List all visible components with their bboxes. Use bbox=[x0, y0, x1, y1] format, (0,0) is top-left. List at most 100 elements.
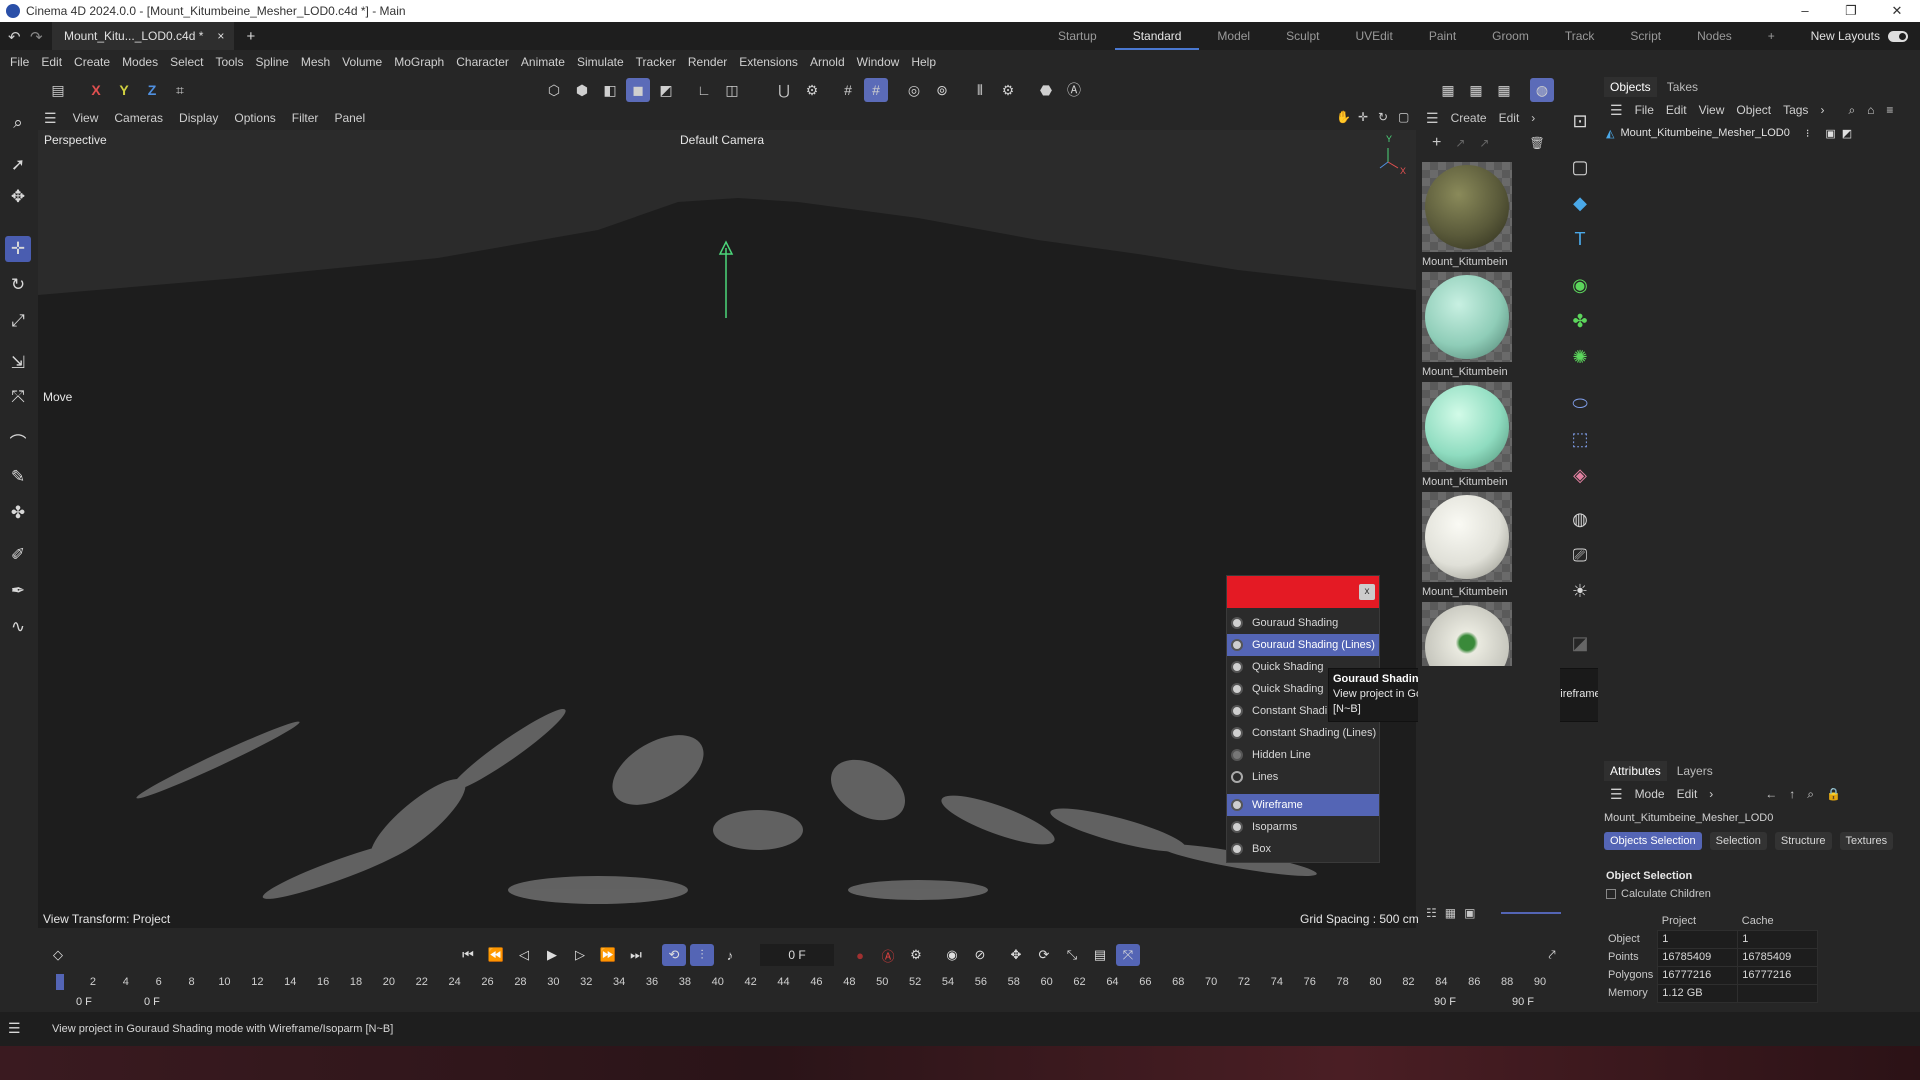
parameter-key-icon[interactable]: ▤ bbox=[1088, 944, 1112, 966]
lock-icon[interactable]: 🔒 bbox=[1820, 787, 1847, 801]
new-layouts-toggle[interactable] bbox=[1888, 30, 1908, 42]
maximize-view-icon[interactable]: ▢ bbox=[1398, 110, 1409, 124]
position-key-icon[interactable]: ✥ bbox=[1004, 944, 1028, 966]
swatch-size-slider[interactable] bbox=[1501, 912, 1562, 914]
menu-create[interactable]: Create bbox=[68, 55, 116, 69]
attributes-menu-mode[interactable]: Mode bbox=[1629, 787, 1671, 801]
chevron-right-icon[interactable]: › bbox=[1531, 111, 1535, 125]
menu-render[interactable]: Render bbox=[682, 55, 733, 69]
menu-volume[interactable]: Volume bbox=[336, 55, 388, 69]
display-hidden-line[interactable]: Hidden Line bbox=[1227, 744, 1379, 766]
menu-spline[interactable]: Spline bbox=[249, 55, 294, 69]
viewport-menu-icon[interactable]: ☰ bbox=[36, 110, 65, 127]
mograph-effector-icon[interactable]: ◈ bbox=[1567, 462, 1593, 488]
selection-button[interactable]: Selection bbox=[1709, 832, 1767, 850]
subdivision-icon[interactable]: ◉ bbox=[1567, 272, 1593, 298]
display-lines[interactable]: Lines bbox=[1227, 766, 1379, 788]
axis-transform-icon[interactable]: ⤧ bbox=[5, 384, 31, 410]
material-tag-icon[interactable]: ▣ bbox=[1825, 127, 1835, 140]
cloner-icon[interactable]: ✤ bbox=[1567, 308, 1593, 334]
rotation-key-icon[interactable]: ⟳ bbox=[1032, 944, 1056, 966]
add-tab-icon[interactable]: + bbox=[246, 28, 255, 45]
layout-model[interactable]: Model bbox=[1199, 22, 1268, 50]
render-settings-clapper-icon[interactable]: ▦ bbox=[1492, 78, 1516, 102]
viewport-menu-options[interactable]: Options bbox=[226, 111, 283, 125]
material-swatch[interactable] bbox=[1422, 602, 1512, 666]
textures-button[interactable]: Textures bbox=[1839, 832, 1894, 850]
menu-select[interactable]: Select bbox=[164, 55, 209, 69]
transform-tool-icon[interactable]: ⇲ bbox=[5, 350, 31, 376]
points-mode-icon[interactable]: ⬡ bbox=[542, 78, 566, 102]
layout-paint[interactable]: Paint bbox=[1411, 22, 1474, 50]
layout-script[interactable]: Script bbox=[1612, 22, 1679, 50]
auto-key-icon[interactable]: Ⓐ bbox=[1062, 78, 1086, 102]
go-to-start-icon[interactable]: ⏮ bbox=[456, 944, 480, 966]
brush-tool-icon[interactable]: ✐ bbox=[5, 542, 31, 568]
symmetry-settings-icon[interactable]: ⚙ bbox=[996, 78, 1020, 102]
timeline-ruler[interactable]: 0246810121416182022242628303234363840424… bbox=[50, 972, 1560, 992]
next-frame-icon[interactable]: ▷ bbox=[568, 944, 592, 966]
selection-tools-icon[interactable]: ✥ bbox=[5, 184, 31, 210]
menu-mograph[interactable]: MoGraph bbox=[388, 55, 450, 69]
display-isoparms[interactable]: Isoparms bbox=[1227, 816, 1379, 838]
menu-tracker[interactable]: Tracker bbox=[630, 55, 682, 69]
layout-uvedit[interactable]: UVEdit bbox=[1337, 22, 1410, 50]
menu-file[interactable]: File bbox=[4, 55, 35, 69]
large-view-icon[interactable]: ▣ bbox=[1464, 906, 1475, 920]
pen-tool-icon[interactable]: ✎ bbox=[5, 464, 31, 490]
loop-icon[interactable]: ⟲ bbox=[662, 944, 686, 966]
menu-mesh[interactable]: Mesh bbox=[295, 55, 336, 69]
menu-modes[interactable]: Modes bbox=[116, 55, 164, 69]
scale-tool-icon[interactable]: ⤢ bbox=[5, 308, 31, 334]
object-name[interactable]: Mount_Kitumbeine_Mesher_LOD0 bbox=[1620, 127, 1789, 139]
attributes-menu-icon[interactable]: ☰ bbox=[1604, 786, 1629, 803]
material-menu-edit[interactable]: Edit bbox=[1499, 111, 1520, 125]
redo-icon[interactable]: ↷ bbox=[30, 28, 43, 46]
objects-selection-button[interactable]: Objects Selection bbox=[1604, 832, 1702, 850]
display-constant-shading-lines[interactable]: Constant Shading (Lines) bbox=[1227, 722, 1379, 744]
workplane-icon[interactable]: ◫ bbox=[720, 78, 744, 102]
record-icon[interactable]: ● bbox=[848, 944, 872, 966]
menu-character[interactable]: Character bbox=[450, 55, 515, 69]
layout-startup[interactable]: Startup bbox=[1040, 22, 1115, 50]
viewport-menu-display[interactable]: Display bbox=[171, 111, 226, 125]
grid-icon[interactable]: # bbox=[836, 78, 860, 102]
hexagon-tool-icon[interactable]: ⬣ bbox=[1034, 78, 1058, 102]
sound-icon[interactable]: ♪ bbox=[718, 944, 742, 966]
back-arrow-icon[interactable]: ← bbox=[1759, 787, 1783, 801]
layout-nodes[interactable]: Nodes bbox=[1679, 22, 1750, 50]
field-icon[interactable]: ⬭ bbox=[1567, 390, 1593, 416]
material-menu-create[interactable]: Create bbox=[1451, 111, 1487, 125]
symmetry-icon[interactable]: ⫴ bbox=[968, 78, 992, 102]
range-start[interactable]: 0 F bbox=[76, 996, 92, 1008]
close-window-button[interactable]: ✕ bbox=[1874, 0, 1920, 22]
move-tool-icon[interactable]: ✛ bbox=[5, 236, 31, 262]
object-row[interactable]: ◭ Mount_Kitumbeine_Mesher_LOD0 ⁝ ▣ ◩ bbox=[1606, 124, 1852, 142]
menu-extensions[interactable]: Extensions bbox=[733, 55, 804, 69]
new-layouts-label[interactable]: New Layouts bbox=[1811, 29, 1880, 43]
list-view-icon[interactable]: ☷ bbox=[1426, 906, 1437, 920]
objects-menu-view[interactable]: View bbox=[1693, 103, 1731, 117]
snap-settings-icon[interactable]: ⚙ bbox=[800, 78, 824, 102]
3d-viewport[interactable] bbox=[38, 130, 1416, 928]
point-level-animation-icon[interactable]: ⤧ bbox=[1116, 944, 1140, 966]
preview-start[interactable]: 0 F bbox=[144, 996, 160, 1008]
phong-tag-icon[interactable]: ◩ bbox=[1842, 127, 1852, 140]
status-menu-icon[interactable]: ☰ bbox=[8, 1020, 21, 1037]
next-key-icon[interactable]: ⏩ bbox=[596, 944, 620, 966]
text-spline-icon[interactable]: T bbox=[1567, 226, 1593, 252]
popup-close-button[interactable]: x bbox=[1359, 584, 1375, 600]
document-tab[interactable]: Mount_Kitu..._LOD0.c4d * × bbox=[52, 22, 235, 50]
select-camera-icon[interactable]: ⊡ bbox=[1567, 108, 1593, 134]
menu-tools[interactable]: Tools bbox=[209, 55, 249, 69]
render-clapper-icon[interactable]: ▦ bbox=[1436, 78, 1460, 102]
select-cursor-icon[interactable]: ➚ bbox=[5, 152, 31, 178]
grid-snap-icon[interactable]: # bbox=[864, 78, 888, 102]
menu-window[interactable]: Window bbox=[851, 55, 906, 69]
layout-groom[interactable]: Groom bbox=[1474, 22, 1547, 50]
lock-x-axis-button[interactable]: X bbox=[84, 78, 108, 102]
render-settings-icon[interactable]: ⊚ bbox=[930, 78, 954, 102]
material-swatch[interactable]: Mount_Kitumbein bbox=[1422, 162, 1512, 272]
display-wireframe[interactable]: Wireframe bbox=[1227, 794, 1379, 816]
snap-magnet-icon[interactable]: ⋃ bbox=[772, 78, 796, 102]
